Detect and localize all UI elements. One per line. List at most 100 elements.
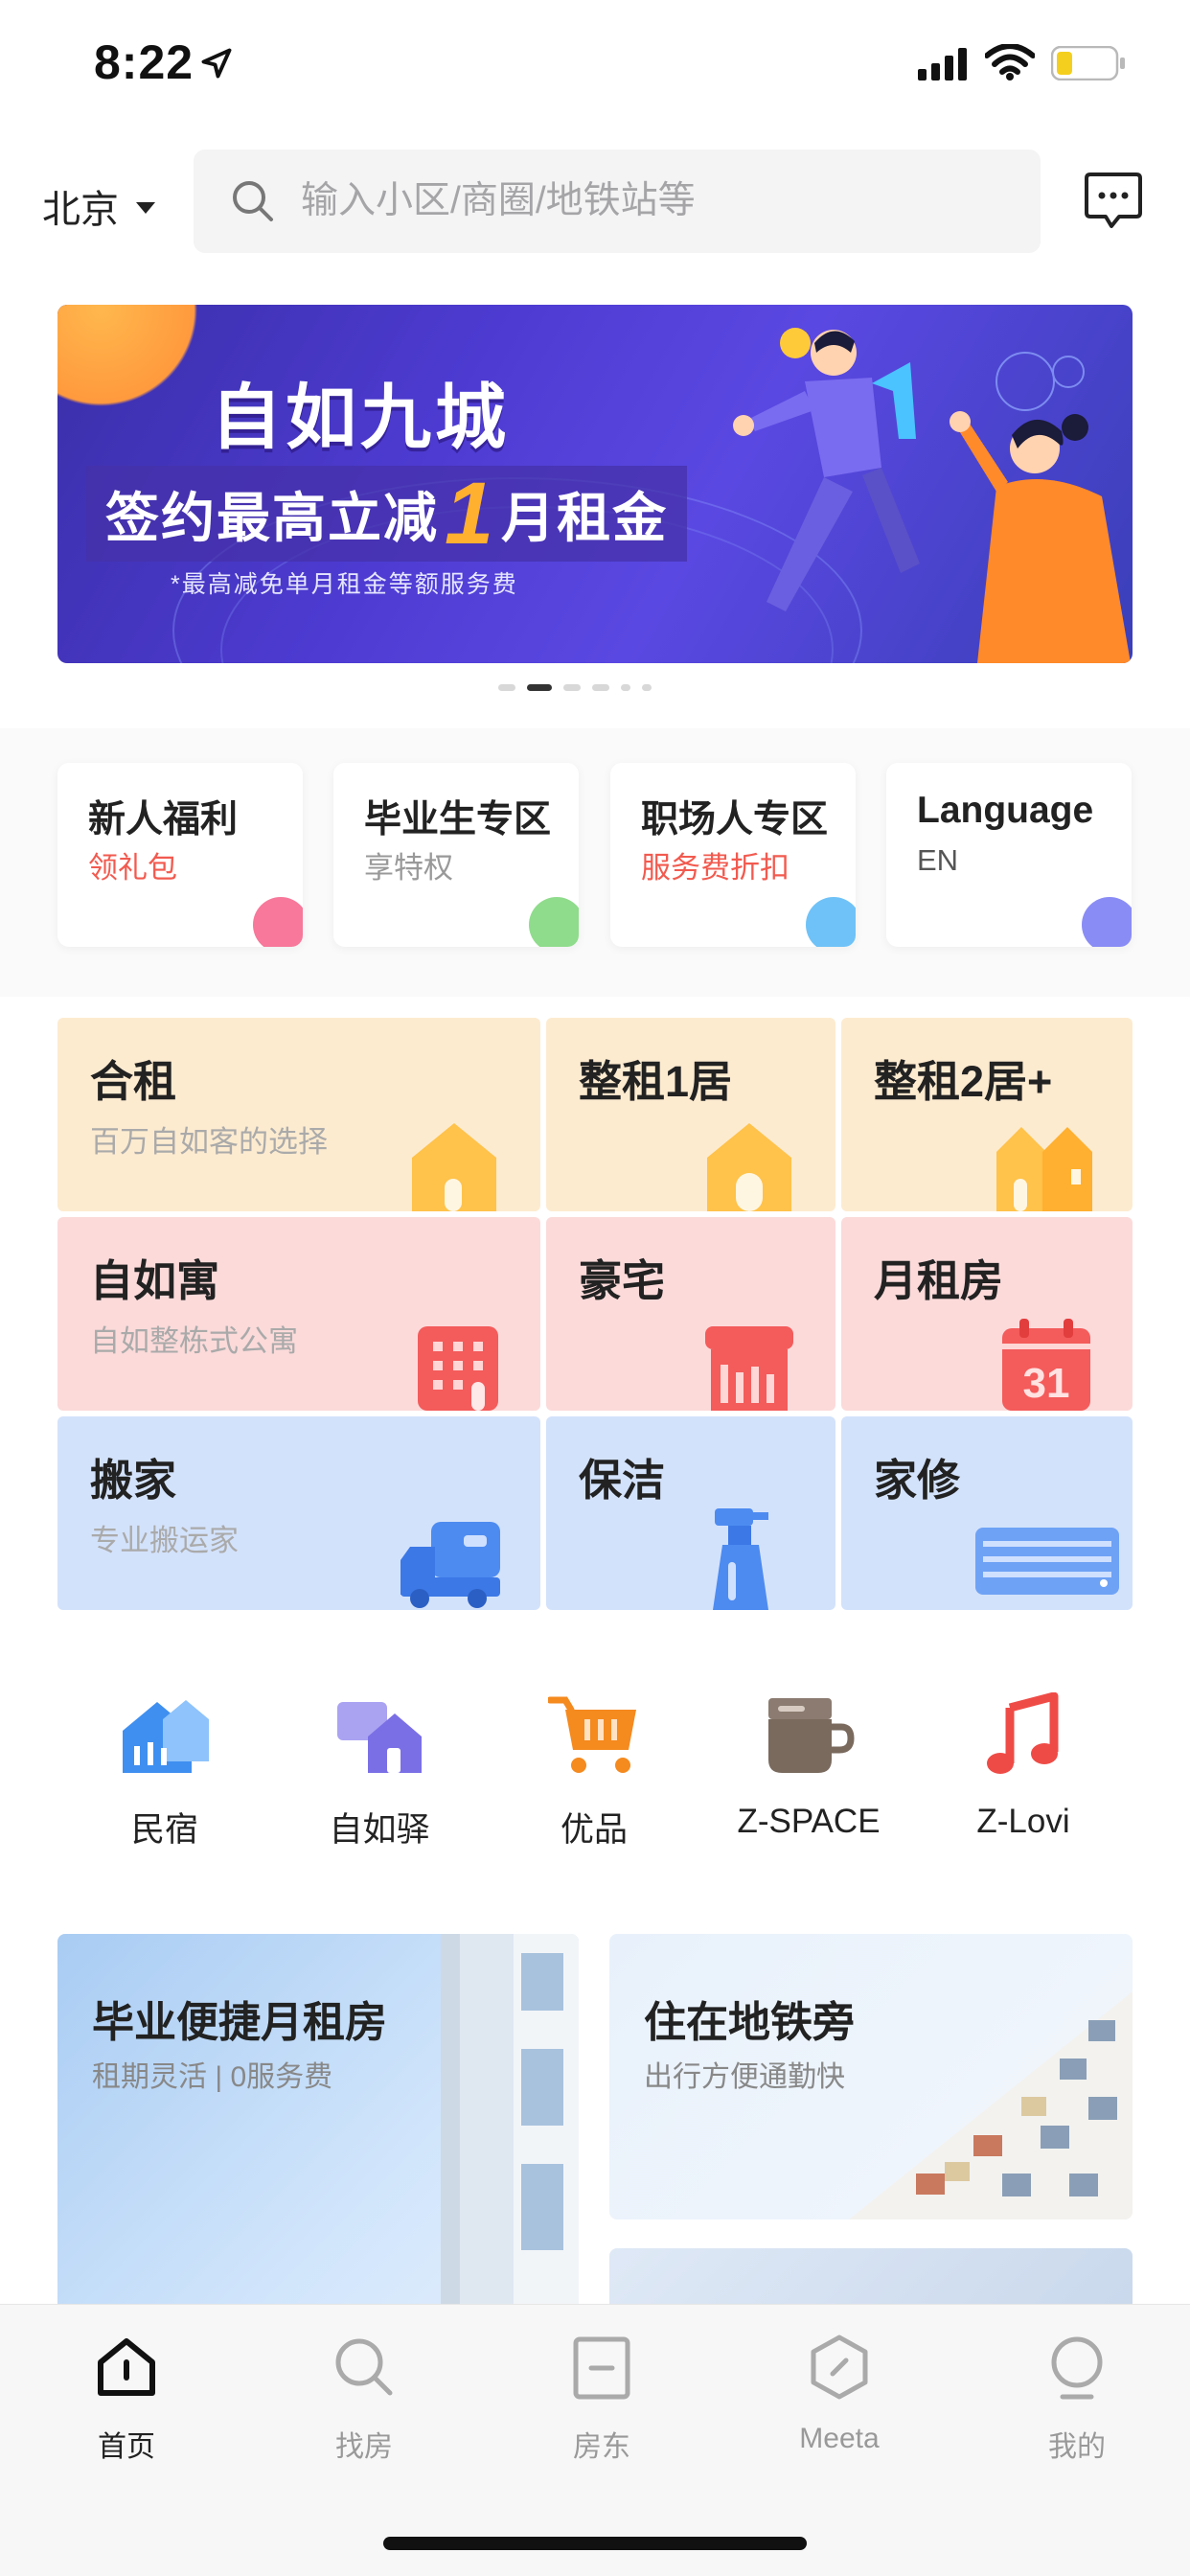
quick-card-new-user[interactable]: 新人福利 领礼包: [57, 763, 303, 947]
calendar-day: 31: [1023, 1360, 1070, 1407]
service-cleaning[interactable]: 保洁: [546, 1416, 835, 1610]
service-moving[interactable]: 搬家 专业搬运家: [57, 1416, 540, 1610]
banner-title: 自如九城: [211, 378, 510, 457]
mini-app-z-space[interactable]: Z-SPACE: [713, 1692, 904, 1841]
service-luxury-home[interactable]: 豪宅: [546, 1217, 835, 1411]
tab-label: 我的: [1048, 2431, 1106, 2463]
bottom-tab-bar: 首页 找房 房东 Meeta 我的: [0, 2304, 1190, 2576]
tab-find-house[interactable]: 找房: [287, 2334, 441, 2465]
pagination-dot: [642, 684, 652, 691]
quick-card-subtitle: EN: [917, 843, 959, 877]
banner-subtitle-number: 1: [445, 464, 496, 563]
quick-card-professional[interactable]: 职场人专区 服务费折扣: [610, 763, 856, 947]
service-home-repair[interactable]: 家修: [841, 1416, 1133, 1610]
quick-card-title: 毕业生专区: [364, 799, 552, 840]
quick-card-language[interactable]: Language EN: [886, 763, 1132, 947]
spray-bottle-icon: [713, 1508, 768, 1610]
service-whole-1br[interactable]: 整租1居: [546, 1018, 835, 1211]
battery-icon: [1051, 46, 1125, 80]
promo-graduate-monthly[interactable]: 毕业便捷月租房 租期灵活 | 0服务费: [57, 1934, 579, 2317]
service-title: 合租: [90, 1057, 177, 1106]
pagination-dot: [592, 684, 609, 691]
card-corner-decoration: [806, 897, 856, 947]
tab-profile[interactable]: 我的: [1000, 2334, 1154, 2465]
quick-card-title: 职场人专区: [641, 799, 829, 840]
station-icon: [337, 1702, 422, 1773]
status-bar: 8:22: [0, 0, 1190, 130]
apartment-photo: [849, 1991, 1133, 2220]
cellular-signal-icon: [918, 48, 967, 80]
quick-card-title: 新人福利: [88, 799, 239, 840]
promo-near-subway[interactable]: 住在地铁旁 出行方便通勤快: [609, 1934, 1133, 2220]
mini-app-homestay[interactable]: 民宿: [69, 1692, 261, 1852]
search-icon: [233, 181, 273, 221]
banner-subtitle-suffix: 月租金: [501, 487, 669, 548]
tab-landlord[interactable]: 房东: [525, 2334, 678, 2465]
home-indicator: [383, 2537, 807, 2550]
quick-card-subtitle: 领礼包: [88, 851, 177, 885]
tab-label: 找房: [335, 2431, 393, 2463]
landlord-tab-icon: [573, 2336, 630, 2400]
search-bar[interactable]: [194, 150, 1041, 253]
search-input[interactable]: [301, 180, 991, 222]
quick-card-subtitle: 享特权: [364, 851, 453, 885]
service-title: 豪宅: [579, 1256, 666, 1305]
card-corner-decoration: [1082, 897, 1132, 947]
meeta-tab-icon: [811, 2334, 868, 2400]
service-title: 保洁: [579, 1456, 666, 1505]
promo-subtitle: 租期灵活 | 0服务费: [92, 2061, 333, 2093]
pagination-dot: [498, 684, 515, 691]
quick-entry-section: 新人福利 领礼包 毕业生专区 享特权 职场人专区 服务费折扣 Language …: [0, 728, 1190, 997]
homestay-icon: [123, 1700, 209, 1773]
banner-illustration: [733, 328, 1131, 663]
mini-app-premium-goods[interactable]: 优品: [498, 1692, 690, 1852]
service-title: 家修: [874, 1456, 961, 1505]
quick-card-title: Language: [917, 790, 1094, 831]
service-title: 搬家: [90, 1456, 177, 1505]
truck-icon: [400, 1522, 500, 1608]
search-tab-icon: [335, 2338, 393, 2396]
mini-app-label: 自如驿: [329, 1811, 430, 1849]
service-title: 自如寓: [90, 1256, 220, 1305]
service-ziroom-apartment[interactable]: 自如寓 自如整栋式公寓: [57, 1217, 540, 1411]
calendar-icon: 31: [1002, 1319, 1090, 1411]
music-note-icon: [987, 1691, 1059, 1774]
service-whole-2br[interactable]: 整租2居+: [841, 1018, 1133, 1211]
banner-sun-decoration: [57, 305, 211, 420]
mini-app-z-lovi[interactable]: Z-Lovi: [927, 1691, 1119, 1841]
mini-app-station[interactable]: 自如驿: [284, 1692, 475, 1852]
tab-meeta[interactable]: Meeta: [763, 2334, 916, 2455]
mini-app-label: 优品: [560, 1811, 628, 1849]
building-photo: [441, 1934, 579, 2317]
promo-title: 住在地铁旁: [644, 1999, 855, 2046]
service-subtitle: 专业搬运家: [90, 1524, 239, 1557]
pagination-dot-active: [527, 684, 552, 691]
tab-label: 房东: [573, 2431, 630, 2463]
quick-card-graduate[interactable]: 毕业生专区 享特权: [333, 763, 579, 947]
pagination-dot: [563, 684, 581, 691]
service-title: 整租1居: [579, 1057, 733, 1106]
service-monthly-rental[interactable]: 月租房 31: [841, 1217, 1133, 1411]
mini-app-label: 民宿: [130, 1811, 198, 1849]
building-icon: [418, 1326, 498, 1411]
card-corner-decoration: [529, 897, 579, 947]
tab-label: 首页: [98, 2431, 155, 2463]
tab-label: Meeta: [799, 2423, 880, 2454]
city-label: 北京: [42, 189, 119, 231]
message-icon[interactable]: [1083, 171, 1144, 230]
service-subtitle: 自如整栋式公寓: [90, 1324, 298, 1358]
mansion-icon: [705, 1326, 793, 1411]
service-subtitle: 百万自如客的选择: [90, 1125, 328, 1159]
house-icon: [412, 1123, 496, 1211]
service-shared-rental[interactable]: 合租 百万自如客的选择: [57, 1018, 540, 1211]
banner-note: *最高减免单月租金等额服务费: [171, 571, 518, 598]
promo-banner[interactable]: 自如九城 签约最高立减 1 月租金 *最高减免单月租金等额服务费: [57, 305, 1133, 663]
wifi-icon: [985, 44, 1035, 80]
city-selector[interactable]: 北京: [42, 178, 155, 234]
quick-card-subtitle: 服务费折扣: [641, 851, 790, 885]
mini-app-label: Z-Lovi: [976, 1803, 1070, 1840]
tab-home[interactable]: 首页: [50, 2334, 203, 2465]
service-title: 月租房: [874, 1256, 1004, 1305]
coffee-cup-icon: [768, 1698, 855, 1773]
promo-subtitle: 出行方便通勤快: [644, 2061, 845, 2093]
